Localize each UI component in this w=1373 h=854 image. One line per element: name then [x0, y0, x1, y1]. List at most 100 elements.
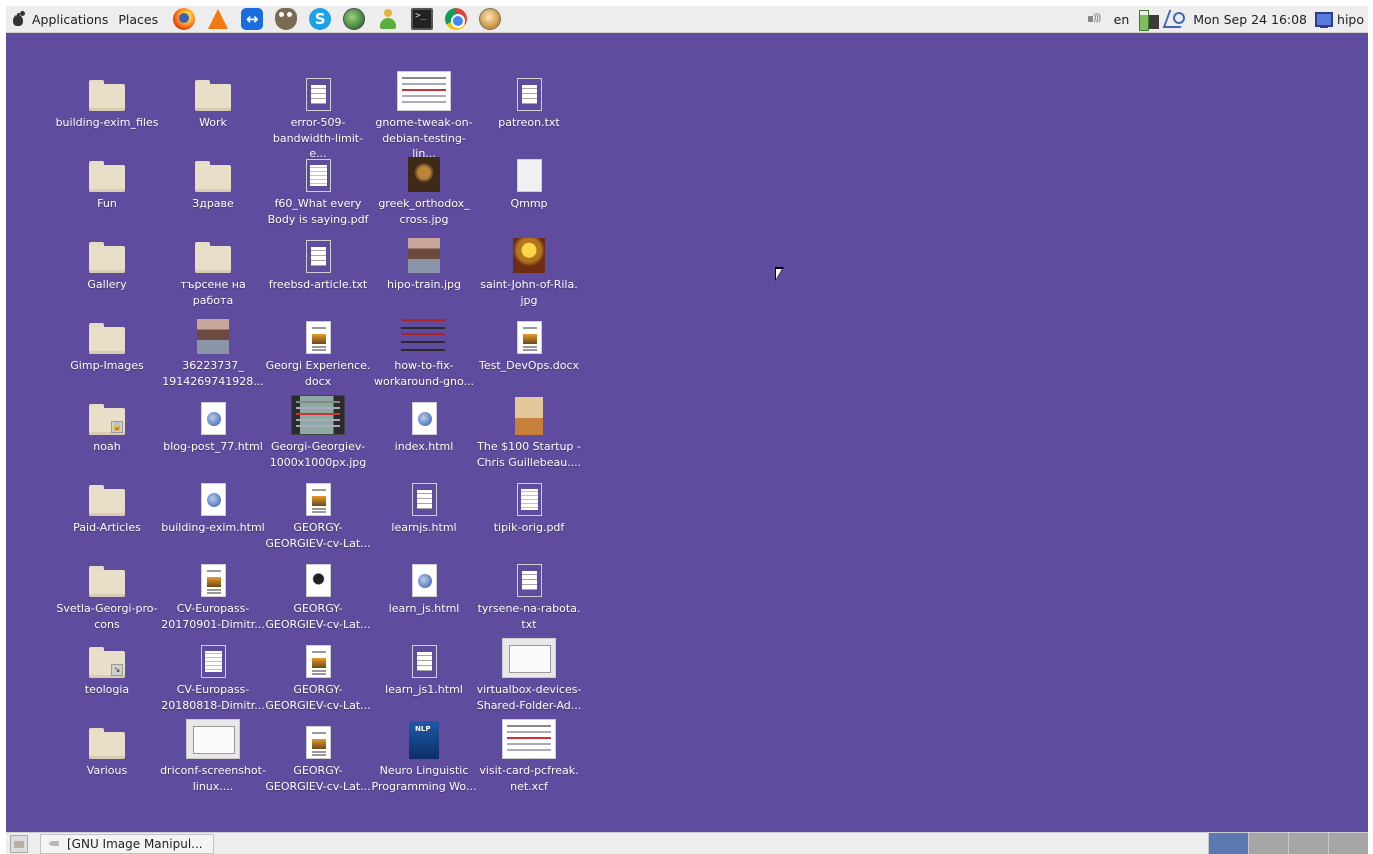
- document-icon: [305, 321, 331, 354]
- desktop-icon[interactable]: blog-post_77.html: [160, 395, 266, 455]
- desktop-icon[interactable]: error-509-bandwidth-limit-e...: [265, 71, 371, 162]
- volume-icon: [1086, 11, 1106, 27]
- desktop-icon[interactable]: Qmmp: [476, 152, 582, 212]
- gimp-launcher[interactable]: [273, 6, 299, 32]
- text-file-icon: [305, 78, 331, 111]
- desktop-icon[interactable]: CV-Europass-20180818-Dimitr...: [160, 638, 266, 713]
- teamviewer-launcher[interactable]: [239, 6, 265, 32]
- desktop-icon[interactable]: ↘ teologia: [54, 638, 160, 698]
- desktop-icon[interactable]: gnome-tweak-on-debian-testing-lin...: [371, 71, 477, 162]
- desktop-icon[interactable]: GEORGY-GEORGIEV-cv-Lat...: [265, 476, 371, 551]
- document-icon: [305, 564, 331, 597]
- workspace-1[interactable]: [1208, 832, 1248, 854]
- folder-icon: [89, 323, 125, 354]
- desktop-icon[interactable]: patreon.txt: [476, 71, 582, 131]
- desktop-icon-label: freebsd-article.txt: [268, 278, 368, 291]
- desktop-icon-thumbnail: [183, 476, 243, 516]
- desktop-icon[interactable]: learn_js.html: [371, 557, 477, 617]
- desktop-icon-label: noah: [93, 440, 121, 453]
- workspace-3[interactable]: [1288, 832, 1328, 854]
- desktop-icon[interactable]: f60_What every Body is saying.pdf: [265, 152, 371, 227]
- desktop-icon-label: visit-card-pcfreak. net.xcf: [479, 764, 579, 793]
- desktop-icon[interactable]: Georgi-Georgiev-1000x1000px.jpg: [265, 395, 371, 470]
- chrome-launcher[interactable]: [443, 6, 469, 32]
- desktop-icon-thumbnail: [183, 233, 243, 273]
- desktop-icon[interactable]: търсене на работа: [160, 233, 266, 308]
- text-file-icon: [411, 483, 437, 516]
- contacts-launcher[interactable]: [375, 6, 401, 32]
- desktop-icon[interactable]: virtualbox-devices-Shared-Folder-Ad...: [476, 638, 582, 713]
- pidgin-launcher[interactable]: [477, 6, 503, 32]
- desktop-icon[interactable]: hipo-train.jpg: [371, 233, 477, 293]
- applications-menu[interactable]: Applications: [6, 6, 113, 32]
- desktop-icon[interactable]: building-exim_files: [54, 71, 160, 131]
- skype-launcher[interactable]: [307, 6, 333, 32]
- desktop-icon-thumbnail: [499, 314, 559, 354]
- html-file-icon: [200, 402, 226, 435]
- text-file-icon: [411, 645, 437, 678]
- desktop-icon-thumbnail: [77, 233, 137, 273]
- desktop-icon-thumbnail: [77, 314, 137, 354]
- firefox-launcher[interactable]: [171, 6, 197, 32]
- desktop-icon[interactable]: Gallery: [54, 233, 160, 293]
- workspace-4[interactable]: [1328, 832, 1368, 854]
- desktop-icon[interactable]: NLP Neuro Linguistic Programming Wo...: [371, 719, 477, 794]
- desktop-icon[interactable]: driconf-screenshot-linux....: [160, 719, 266, 794]
- taskbar-button-gimp[interactable]: [GNU Image Manipul...: [40, 833, 214, 854]
- vlc-launcher[interactable]: [205, 6, 231, 32]
- desktop-icon[interactable]: GEORGY-GEORGIEV-cv-Lat...: [265, 719, 371, 794]
- desktop-icon[interactable]: Georgi Experience. docx: [265, 314, 371, 389]
- places-menu[interactable]: Places: [113, 6, 163, 32]
- desktop-icon[interactable]: Здраве: [160, 152, 266, 212]
- desktop-icon-label: Test_DevOps.docx: [478, 359, 580, 372]
- gnome-foot-icon: [11, 11, 27, 27]
- desktop-icon[interactable]: Svetla-Georgi-pro-cons: [54, 557, 160, 632]
- desktop-icon[interactable]: 36223737_ 1914269741928...: [160, 314, 266, 389]
- desktop-icon-label: Gimp-Images: [70, 359, 144, 372]
- desktop-icon[interactable]: tipik-orig.pdf: [476, 476, 582, 536]
- desktop-icon[interactable]: GEORGY-GEORGIEV-cv-Lat...: [265, 557, 371, 632]
- desktop-icon[interactable]: Work: [160, 71, 266, 131]
- desktop-icon-thumbnail: [499, 476, 559, 516]
- desktop-icon-label: greek_orthodox_ cross.jpg: [378, 197, 470, 226]
- volume-control[interactable]: [1086, 11, 1106, 27]
- network-indicator[interactable]: [1163, 8, 1186, 30]
- desktop-icon-label: learn_js1.html: [385, 683, 463, 696]
- show-desktop-button[interactable]: [10, 834, 28, 853]
- desktop-icon[interactable]: saint-John-of-Rila. jpg: [476, 233, 582, 308]
- desktop-icon[interactable]: tyrsene-na-rabota. txt: [476, 557, 582, 632]
- user-menu[interactable]: hipo: [1315, 11, 1364, 28]
- screenshot-icon: [502, 719, 556, 759]
- desktop-icon-thumbnail: [183, 638, 243, 678]
- desktop-icon-thumbnail: [288, 638, 348, 678]
- desktop-icon[interactable]: freebsd-article.txt: [265, 233, 371, 293]
- desktop-icon[interactable]: index.html: [371, 395, 477, 455]
- battery-indicator[interactable]: [1137, 8, 1161, 31]
- document-icon: [305, 483, 331, 516]
- desktop-icon[interactable]: greek_orthodox_ cross.jpg: [371, 152, 477, 227]
- desktop-icon-label: GEORGY-GEORGIEV-cv-Lat...: [265, 602, 371, 631]
- desktop-icon[interactable]: Paid-Articles: [54, 476, 160, 536]
- desktop-icon[interactable]: GEORGY-GEORGIEV-cv-Lat...: [265, 638, 371, 713]
- workspace-2[interactable]: [1248, 832, 1288, 854]
- desktop-icon[interactable]: Test_DevOps.docx: [476, 314, 582, 374]
- applications-menu-label: Applications: [32, 11, 109, 27]
- clock[interactable]: Mon Sep 24 16:08: [1193, 12, 1307, 27]
- desktop-icon[interactable]: learnjs.html: [371, 476, 477, 536]
- desktop-icon[interactable]: visit-card-pcfreak. net.xcf: [476, 719, 582, 794]
- desktop-icon[interactable]: 🔒 noah: [54, 395, 160, 455]
- desktop-icon[interactable]: how-to-fix-workaround-gno...: [371, 314, 477, 389]
- desktop-icon-label: patreon.txt: [498, 116, 560, 129]
- keyboard-layout[interactable]: en: [1114, 12, 1130, 27]
- desktop-icon[interactable]: Fun: [54, 152, 160, 212]
- globe-launcher[interactable]: [341, 6, 367, 32]
- desktop-icon[interactable]: building-exim.html: [160, 476, 266, 536]
- desktop-icon[interactable]: Various: [54, 719, 160, 779]
- desktop-icon[interactable]: Gimp-Images: [54, 314, 160, 374]
- desktop-icon[interactable]: learn_js1.html: [371, 638, 477, 698]
- terminal-launcher[interactable]: [409, 6, 435, 32]
- book-cover-text: NLP: [415, 725, 431, 733]
- desktop-icon[interactable]: CV-Europass-20170901-Dimitr...: [160, 557, 266, 632]
- desktop-icon[interactable]: The $100 Startup - Chris Guillebeau....: [476, 395, 582, 470]
- desktop-icon-thumbnail: [394, 557, 454, 597]
